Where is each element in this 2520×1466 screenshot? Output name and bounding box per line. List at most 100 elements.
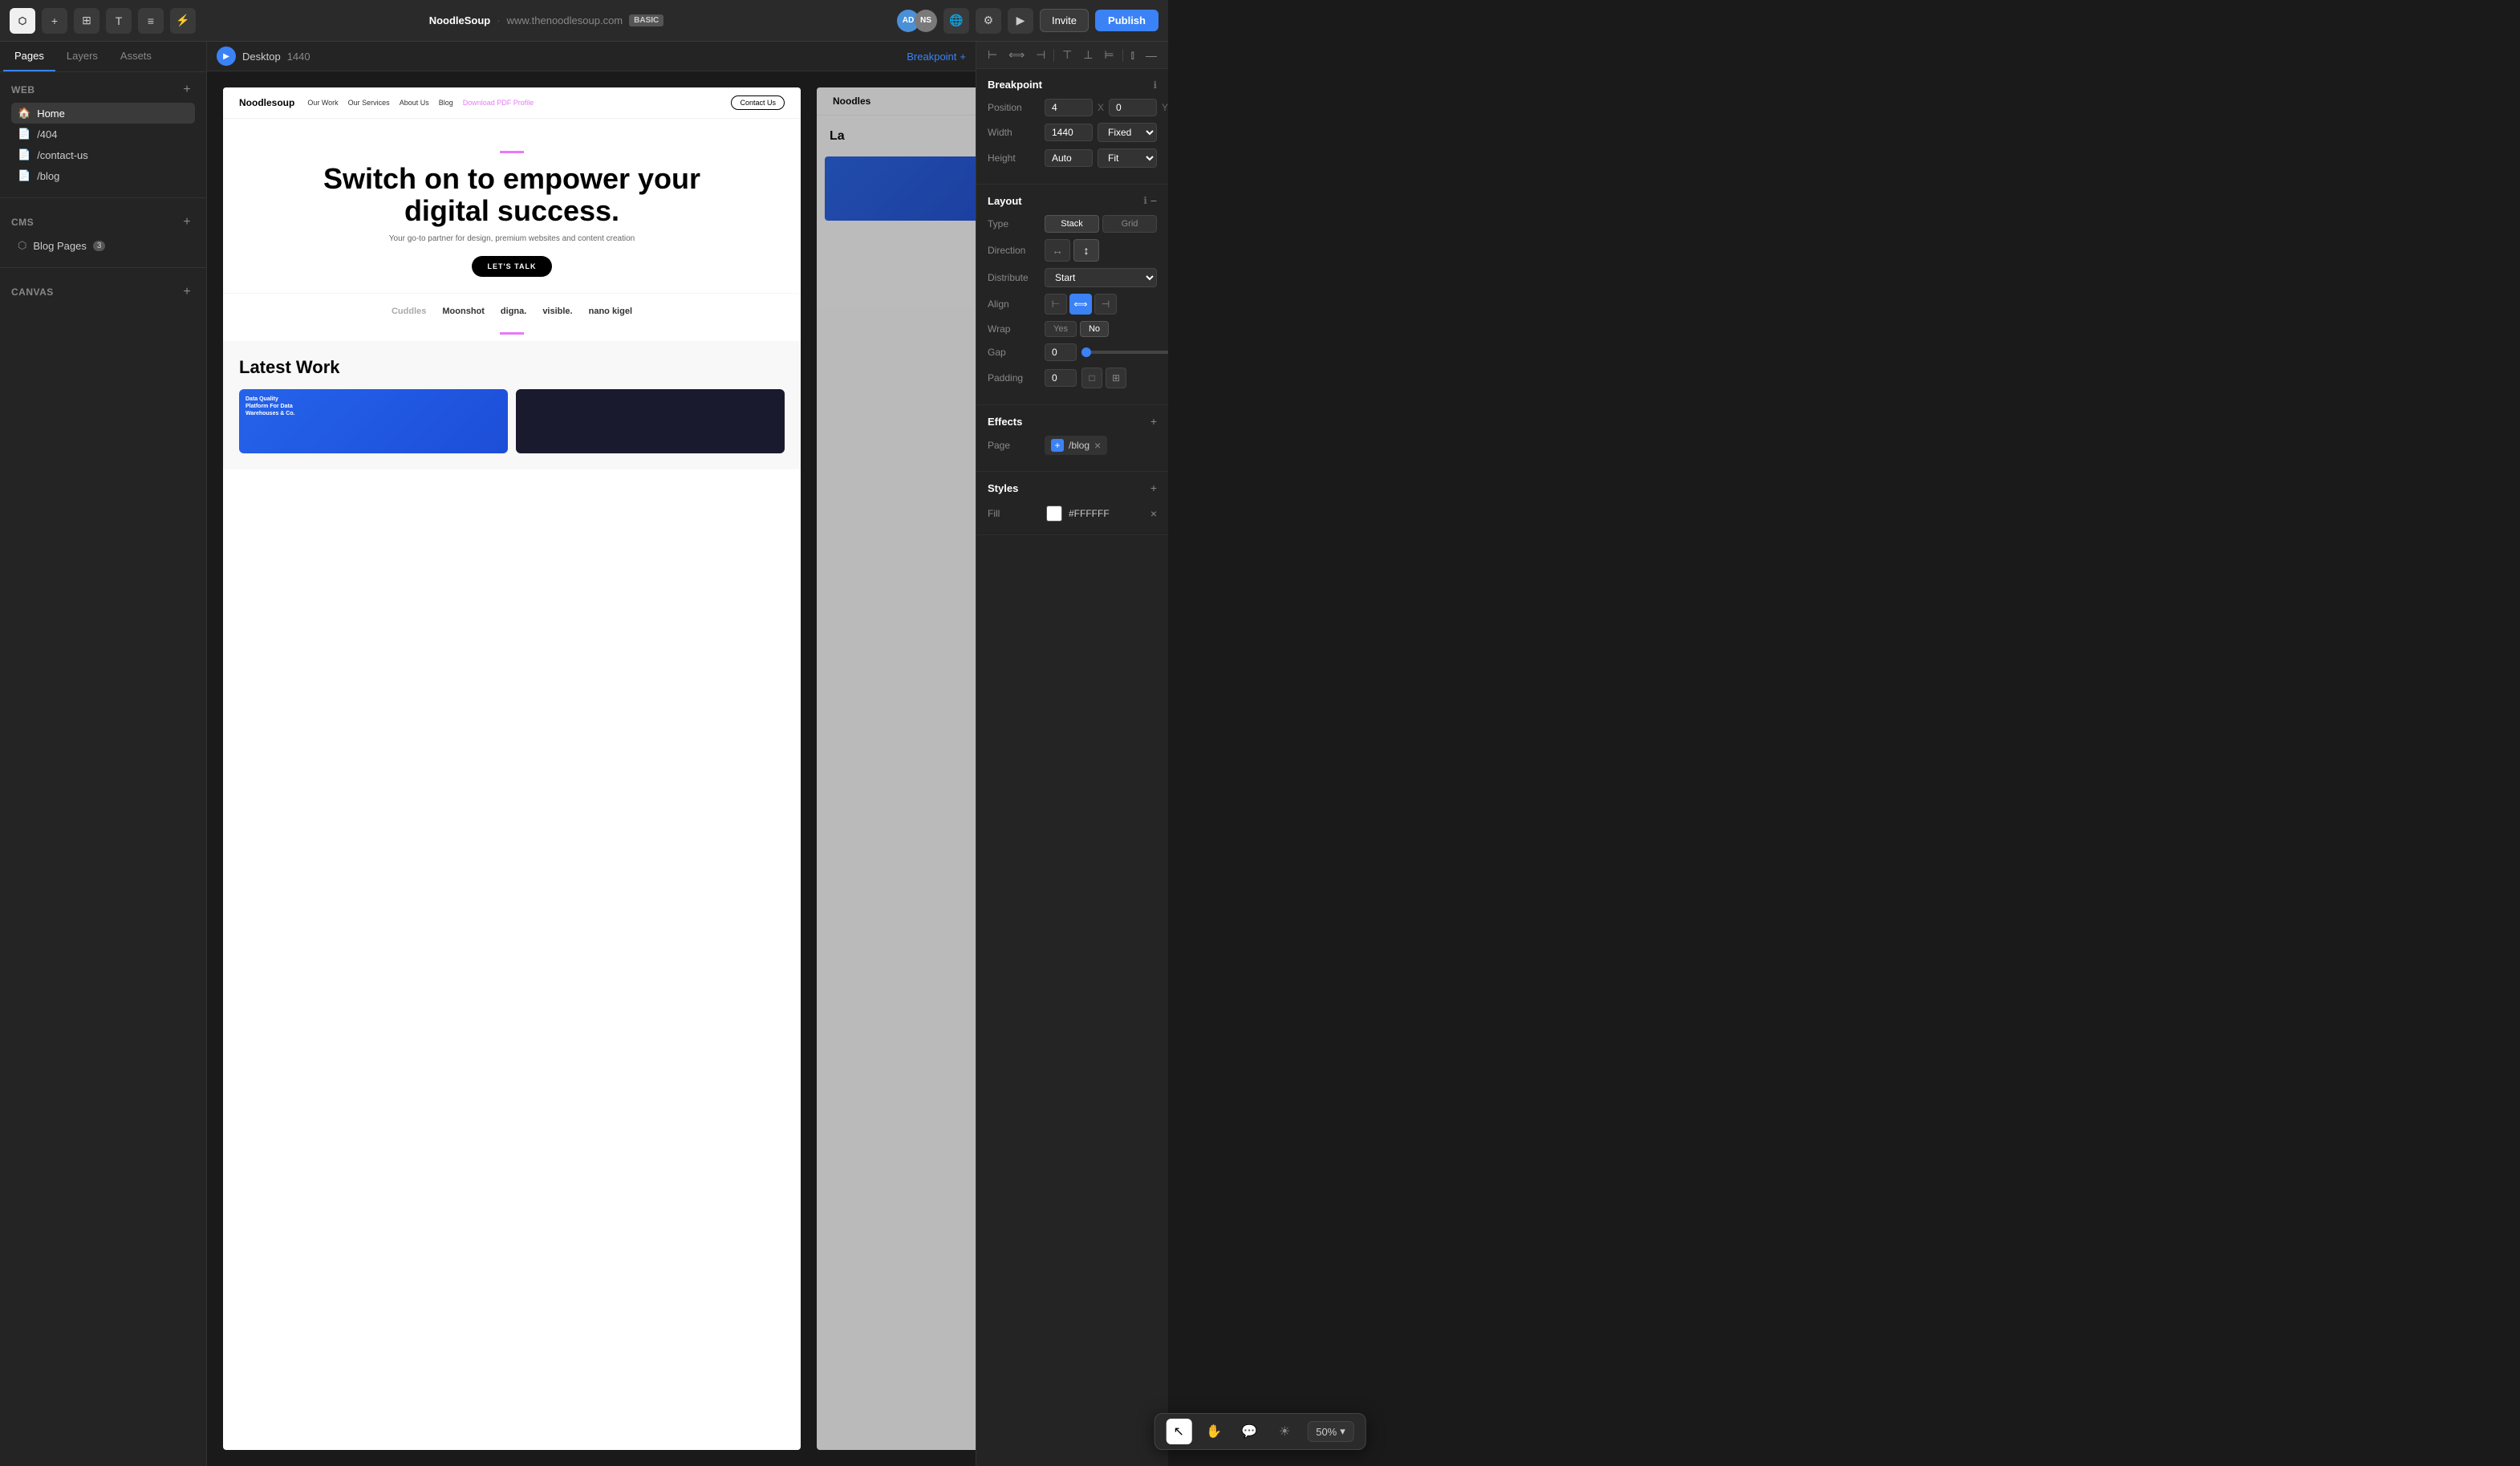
- stack-button[interactable]: ≡: [138, 8, 164, 34]
- height-input[interactable]: [1045, 149, 1093, 167]
- gap-input[interactable]: [1045, 343, 1077, 361]
- align-left-edge-button[interactable]: ⊢: [984, 47, 1000, 63]
- page-item-label-404: /404: [37, 128, 57, 140]
- align-bottom-button[interactable]: ⊨: [1101, 47, 1117, 63]
- hand-tool-button[interactable]: ✋: [1201, 1419, 1227, 1444]
- page-icon-blog: 📄: [18, 169, 30, 182]
- cms-item-blog-pages[interactable]: ⬡ Blog Pages 3: [11, 235, 195, 256]
- wrap-yes-button[interactable]: Yes: [1045, 321, 1077, 337]
- align-right-edge-button[interactable]: ⊣: [1033, 47, 1049, 63]
- site-name: NoodleSoup: [429, 14, 491, 26]
- zoom-control[interactable]: 50% ▾: [1307, 1421, 1354, 1442]
- direction-vertical-button[interactable]: ↕: [1073, 239, 1099, 262]
- position-y-input[interactable]: [1109, 99, 1157, 116]
- settings-button[interactable]: ⚙: [976, 8, 1001, 34]
- add-page-button[interactable]: +: [179, 82, 195, 98]
- brand-digna: digna.: [501, 307, 526, 316]
- canvas-device-size: 1440: [287, 51, 310, 63]
- website-preview-secondary: Noodles La: [817, 87, 976, 1450]
- padding-linked-button[interactable]: ⊞: [1106, 368, 1126, 388]
- brand-cuddles: Cuddles: [392, 307, 426, 316]
- contact-us-button[interactable]: Contact Us: [731, 95, 785, 110]
- bolt-button[interactable]: ⚡: [170, 8, 196, 34]
- cms-section-title: CMS: [11, 217, 34, 228]
- position-x-input[interactable]: [1045, 99, 1093, 116]
- preview-tool-button[interactable]: ☀: [1272, 1419, 1297, 1444]
- right-panel: ⊢ ⟺ ⊣ ⊤ ⊥ ⊨ ⫾ — Breakpoint ℹ Position X …: [976, 42, 1168, 1466]
- nav-link-our-work[interactable]: Our Work: [307, 99, 338, 107]
- effects-expand-button[interactable]: +: [1150, 415, 1157, 428]
- logo-button[interactable]: ⬡: [10, 8, 35, 34]
- play-button[interactable]: ▶: [1008, 8, 1033, 34]
- layout-type-row: Type Stack Grid: [988, 215, 1157, 233]
- breakpoint-button[interactable]: Breakpoint +: [907, 51, 966, 63]
- publish-button[interactable]: Publish: [1095, 10, 1159, 31]
- add-cms-button[interactable]: +: [179, 214, 195, 230]
- invite-button[interactable]: Invite: [1040, 9, 1089, 32]
- pink-dash-bottom: [500, 332, 524, 335]
- align-start-button[interactable]: ⊢: [1045, 294, 1067, 315]
- brand-visible: visible.: [542, 307, 572, 316]
- width-label: Width: [988, 127, 1040, 138]
- cursor-tool-button[interactable]: ↖: [1166, 1419, 1191, 1444]
- width-type-select[interactable]: Fixed Fill Hug: [1098, 123, 1157, 142]
- effects-section: Effects + Page + /blog ×: [976, 405, 1168, 472]
- padding-individual-button[interactable]: □: [1081, 368, 1102, 388]
- distribute-v-button[interactable]: —: [1142, 47, 1160, 63]
- grid-button-layout[interactable]: Grid: [1102, 215, 1157, 233]
- padding-input[interactable]: [1045, 369, 1077, 387]
- cms-icon: ⬡: [18, 239, 26, 252]
- tab-layers[interactable]: Layers: [55, 42, 109, 71]
- page-link-remove-button[interactable]: ×: [1094, 439, 1101, 452]
- cta-button[interactable]: LET'S TALK: [472, 256, 553, 277]
- nav-link-services[interactable]: Our Services: [348, 99, 390, 107]
- breakpoint-info-icon[interactable]: ℹ: [1153, 79, 1157, 91]
- canvas-area: ▶ Desktop 1440 Breakpoint + Noodlesoup O…: [207, 42, 976, 1466]
- align-top-button[interactable]: ⊤: [1059, 47, 1075, 63]
- tab-assets[interactable]: Assets: [109, 42, 163, 71]
- distribute-select[interactable]: Start Center End Space Between: [1045, 268, 1157, 287]
- page-item-home[interactable]: 🏠 Home: [11, 103, 195, 124]
- text-button[interactable]: T: [106, 8, 132, 34]
- sidebar-tabs: Pages Layers Assets: [0, 42, 206, 72]
- tab-pages[interactable]: Pages: [3, 42, 55, 71]
- align-end-button[interactable]: ⊣: [1094, 294, 1117, 315]
- nav-link-about[interactable]: About Us: [400, 99, 429, 107]
- add-canvas-button[interactable]: +: [179, 284, 195, 300]
- fill-color-swatch[interactable]: [1046, 506, 1062, 522]
- page-item-404[interactable]: 📄 /404: [11, 124, 195, 144]
- add-element-button[interactable]: +: [42, 8, 67, 34]
- stack-button-layout[interactable]: Stack: [1045, 215, 1099, 233]
- breakpoint-section: Breakpoint ℹ Position X Y Width Fixed Fi…: [976, 69, 1168, 185]
- layout-info-icon[interactable]: ℹ: [1143, 195, 1147, 206]
- globe-button[interactable]: 🌐: [943, 8, 969, 34]
- distribute-h-button[interactable]: ⫾: [1127, 47, 1137, 63]
- height-type-select[interactable]: Fit Fixed Fill: [1098, 148, 1157, 168]
- wrap-label: Wrap: [988, 323, 1040, 335]
- align-center-h-button[interactable]: ⟺: [1005, 47, 1028, 63]
- nav-link-blog[interactable]: Blog: [439, 99, 453, 107]
- avatar-ns[interactable]: NS: [915, 10, 937, 32]
- align-center-v-button[interactable]: ⊥: [1080, 47, 1096, 63]
- comment-tool-button[interactable]: 💬: [1236, 1419, 1262, 1444]
- page-icon-404: 📄: [18, 128, 30, 140]
- wrap-no-button[interactable]: No: [1080, 321, 1109, 337]
- fill-remove-button[interactable]: ×: [1150, 507, 1157, 520]
- width-input[interactable]: [1045, 124, 1093, 141]
- grid-button[interactable]: ⊞: [74, 8, 99, 34]
- page-item-contact[interactable]: 📄 /contact-us: [11, 144, 195, 165]
- padding-controls: □ ⊞: [1081, 368, 1126, 388]
- cms-section: CMS + ⬡ Blog Pages 3: [0, 205, 206, 261]
- nav-link-pdf[interactable]: Download PDF Profile: [463, 99, 534, 107]
- gap-slider[interactable]: [1081, 351, 1168, 354]
- website-hero: Switch on to empower your digital succes…: [223, 119, 801, 293]
- x-separator: X: [1098, 102, 1104, 113]
- effects-header: Effects +: [988, 415, 1157, 428]
- styles-add-button[interactable]: +: [1150, 481, 1157, 494]
- layout-collapse-button[interactable]: −: [1150, 194, 1157, 207]
- canvas-play-button[interactable]: ▶: [217, 47, 236, 66]
- page-item-blog[interactable]: 📄 /blog: [11, 165, 195, 186]
- align-center-button[interactable]: ⟺: [1069, 294, 1092, 315]
- direction-horizontal-button[interactable]: ↔: [1045, 239, 1070, 262]
- layout-type-label: Type: [988, 218, 1040, 229]
